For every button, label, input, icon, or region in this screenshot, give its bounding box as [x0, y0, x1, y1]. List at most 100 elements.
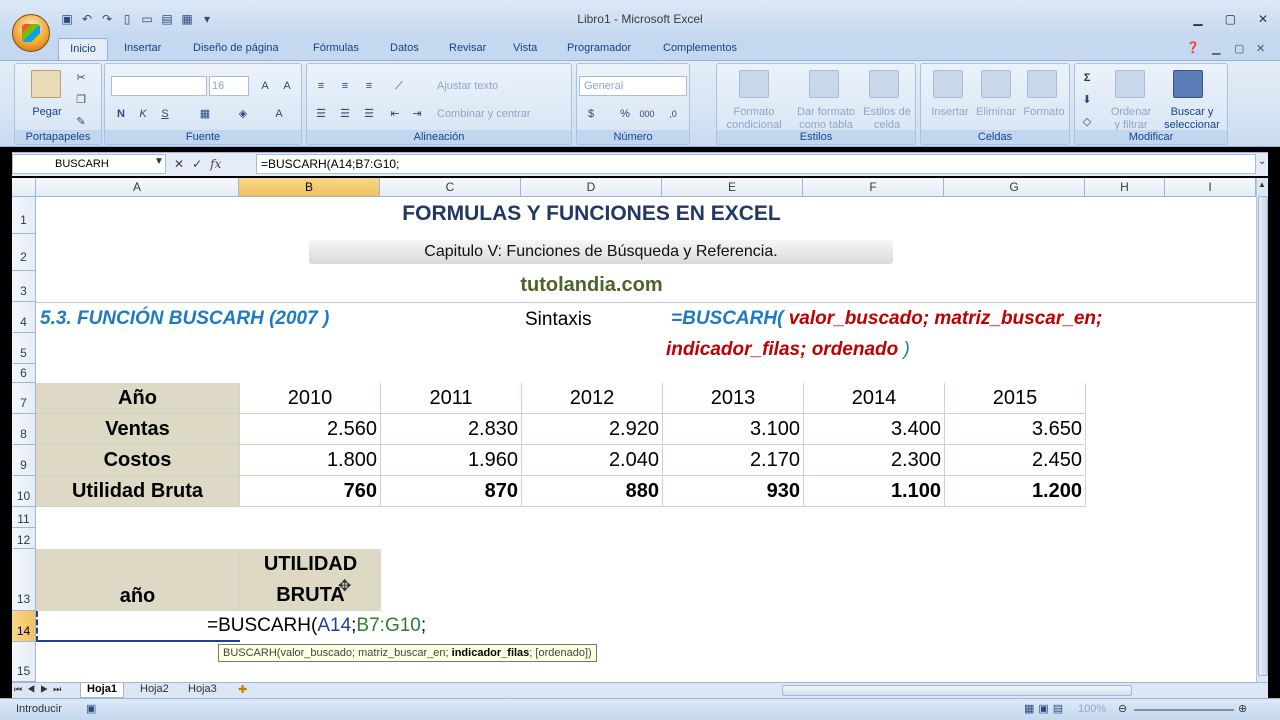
table-cell[interactable]: 1.800 [240, 445, 381, 476]
shrink-font-icon[interactable]: A [277, 76, 297, 94]
dar-formato-tabla-button[interactable]: Dar formato como tabla [791, 106, 861, 132]
column-header-d[interactable]: D [521, 178, 662, 197]
font-size-select[interactable]: 16 [209, 76, 249, 96]
table-header-cell[interactable]: 2011 [381, 383, 522, 414]
merge-center-button[interactable]: Combinar y centrar [437, 108, 531, 121]
copy-icon[interactable]: ❐ [71, 90, 91, 108]
close-icon[interactable]: ✕ [1258, 12, 1268, 26]
row-header[interactable]: 6 [12, 364, 36, 383]
table-header-cell[interactable]: Año [36, 383, 240, 414]
align-top-icon[interactable]: ≡ [311, 76, 331, 94]
zoom-out-icon[interactable]: ⊖ [1118, 702, 1127, 715]
row-header[interactable]: 13 [12, 549, 36, 611]
thousands-button[interactable]: 000 [637, 104, 657, 122]
tab-formulas[interactable]: Fórmulas [313, 42, 359, 54]
active-cell-editor[interactable]: =BUSCARH(A14;B7:G10; [207, 615, 427, 637]
row-header[interactable]: 14 [12, 611, 36, 642]
format-painter-icon[interactable]: ✎ [71, 112, 91, 130]
column-header-i[interactable]: I [1165, 178, 1256, 197]
clear-icon[interactable]: ◇ [1077, 112, 1097, 130]
cancel-entry-icon[interactable]: ✕ [174, 157, 184, 171]
new-sheet-icon[interactable]: ✚ [238, 683, 247, 696]
formato-condicional-button[interactable]: Formato condicional [719, 106, 789, 132]
table-header-cell[interactable]: 2013 [663, 383, 804, 414]
table-cell[interactable]: 1.200 [945, 476, 1086, 507]
row-header[interactable]: 15 [12, 642, 36, 682]
estilos-celda-button[interactable]: Estilos de celda [859, 106, 915, 132]
table-header-cell[interactable]: 2014 [804, 383, 945, 414]
font-name-select[interactable] [111, 76, 207, 96]
row-header[interactable]: 1 [12, 197, 36, 234]
bold-button[interactable]: N [111, 104, 131, 122]
section-heading[interactable]: 5.3. FUNCIÓN BUSCARH (2007 ) [40, 308, 329, 330]
zoom-in-icon[interactable]: ⊕ [1238, 702, 1247, 715]
align-middle-icon[interactable]: ≡ [335, 76, 355, 94]
table-cell[interactable]: 3.100 [663, 414, 804, 445]
table-header-cell[interactable]: 2015 [945, 383, 1086, 414]
table-cell[interactable]: 880 [522, 476, 663, 507]
table-cell[interactable]: 1.100 [804, 476, 945, 507]
tab-programador[interactable]: Programador [567, 42, 631, 54]
autosum-button[interactable]: Σ [1077, 68, 1097, 86]
table-cell[interactable]: 2.300 [804, 445, 945, 476]
tab-complementos[interactable]: Complementos [663, 42, 737, 54]
insert-function-icon[interactable]: fx [210, 157, 221, 171]
formula-input[interactable]: =BUSCARH(A14;B7:G10; [256, 154, 1256, 174]
grow-font-icon[interactable]: A [255, 76, 275, 94]
fill-icon[interactable]: ⬇ [1077, 90, 1097, 108]
binoculars-icon[interactable] [1173, 70, 1203, 98]
zoom-level[interactable]: 100% [1078, 703, 1106, 715]
tab-diseno-pagina[interactable]: Diseño de página [193, 42, 279, 54]
enter-entry-icon[interactable]: ✓ [192, 157, 202, 171]
column-header-e[interactable]: E [662, 178, 803, 197]
cell-styles-icon[interactable] [869, 70, 899, 98]
table-cell[interactable]: 3.400 [804, 414, 945, 445]
worksheet-grid[interactable]: A B C D E F G H I 1 2 3 4 5 6 7 8 9 10 1… [12, 178, 1256, 682]
borders-icon[interactable]: ▦ [195, 104, 215, 122]
sheet-tab-hoja2[interactable]: Hoja2 [134, 683, 175, 695]
row-header[interactable]: 9 [12, 445, 36, 476]
delete-cells-icon[interactable] [981, 70, 1011, 98]
table-format-icon[interactable] [809, 70, 839, 98]
insertar-button[interactable]: Insertar [925, 106, 975, 119]
help-icon[interactable]: ❓ [1186, 41, 1200, 54]
name-box[interactable]: BUSCARH [12, 154, 166, 174]
underline-button[interactable]: S [155, 104, 175, 122]
cut-icon[interactable]: ✂ [71, 68, 91, 86]
formato-button[interactable]: Formato [1019, 106, 1069, 119]
align-center-icon[interactable]: ☰ [335, 104, 355, 122]
minimize-icon[interactable]: ▁ [1193, 12, 1202, 26]
sheet-nav-icons[interactable]: ⏮◀▶⏭ [14, 684, 66, 695]
align-right-icon[interactable]: ☰ [359, 104, 379, 122]
row-label-cell[interactable]: Costos [36, 445, 240, 476]
tab-vista[interactable]: Vista [513, 42, 537, 54]
syntax-line-1[interactable]: =BUSCARH( valor_buscado; matriz_buscar_e… [671, 308, 1102, 330]
ordenar-filtrar-button[interactable]: Ordenar y filtrar [1105, 106, 1157, 132]
sheet-tab-hoja3[interactable]: Hoja3 [182, 683, 223, 695]
scroll-up-icon[interactable]: ▲ [1258, 180, 1266, 189]
sheet-tab-hoja1[interactable]: Hoja1 [80, 683, 124, 698]
row-header[interactable]: 12 [12, 528, 36, 549]
orientation-icon[interactable]: ⟋ [389, 76, 409, 94]
table-cell[interactable]: 1.960 [381, 445, 522, 476]
row-header[interactable]: 8 [12, 414, 36, 445]
column-header-g[interactable]: G [944, 178, 1085, 197]
table-cell[interactable]: 870 [381, 476, 522, 507]
sheet-title[interactable]: FORMULAS Y FUNCIONES EN EXCEL [239, 202, 944, 226]
tab-inicio[interactable]: Inicio [58, 38, 108, 60]
site-name[interactable]: tutolandia.com [239, 274, 944, 297]
column-header-a[interactable]: A [36, 178, 239, 197]
row-header[interactable]: 4 [12, 302, 36, 333]
sheet-subtitle[interactable]: Capitulo V: Funciones de Búsqueda y Refe… [309, 240, 893, 264]
ribbon-close-icon[interactable]: ✕ [1256, 42, 1265, 55]
lookup-utilidad-header[interactable]: UTILIDAD BRUTA [240, 549, 381, 611]
macro-record-icon[interactable]: ▣ [86, 702, 96, 715]
column-header-f[interactable]: F [803, 178, 944, 197]
row-header[interactable]: 2 [12, 234, 36, 271]
row-header[interactable]: 3 [12, 271, 36, 302]
percent-button[interactable]: % [615, 104, 635, 122]
conditional-format-icon[interactable] [739, 70, 769, 98]
row-header[interactable]: 7 [12, 383, 36, 414]
sintaxis-label[interactable]: Sintaxis [525, 309, 592, 331]
font-color-icon[interactable]: A [269, 104, 289, 122]
